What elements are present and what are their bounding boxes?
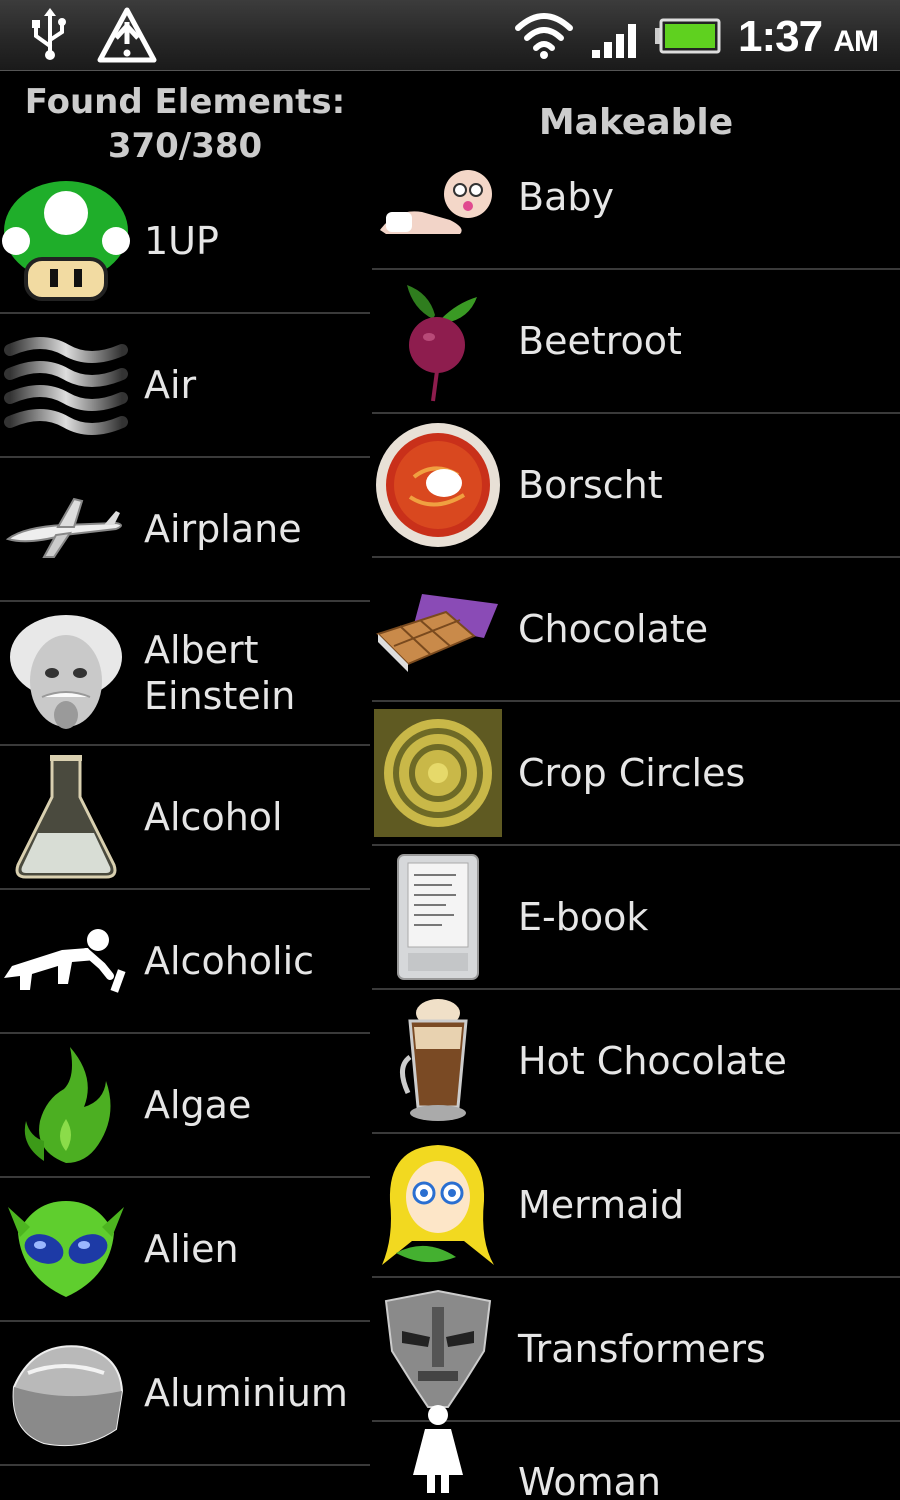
mermaid-icon [374, 1141, 502, 1269]
usb-icon [26, 8, 74, 66]
list-item[interactable]: Woman [372, 1405, 900, 1500]
list-item[interactable]: 1UP [0, 170, 370, 314]
list-item[interactable]: Hot Chocolate [372, 990, 900, 1134]
air-icon [2, 321, 130, 449]
item-label: Beetroot [518, 319, 682, 363]
item-label: Air [144, 363, 197, 407]
list-item[interactable]: Beetroot [372, 270, 900, 414]
found-elements-panel: Found Elements: 370/380 1UP Air Airplane… [0, 70, 370, 1500]
list-item[interactable]: Algae [0, 1034, 370, 1178]
item-label: Crop Circles [518, 751, 746, 795]
list-item[interactable] [0, 1466, 370, 1500]
algae-icon [2, 1041, 130, 1169]
item-label: Alcoholic [144, 939, 315, 983]
battery-icon [655, 18, 721, 58]
list-item[interactable]: Baby [372, 168, 900, 270]
einstein-icon [2, 609, 130, 737]
chocolate-icon [374, 565, 502, 693]
item-label: Baby [518, 175, 614, 219]
flask-icon [2, 753, 130, 881]
list-item[interactable]: Crop Circles [372, 702, 900, 846]
status-bar: 1:37 AM [0, 0, 900, 71]
item-label: Alien [144, 1227, 239, 1271]
hot-chocolate-icon [374, 997, 502, 1125]
aluminium-icon [2, 1329, 130, 1457]
item-label: E-book [518, 895, 649, 939]
item-label: Airplane [144, 507, 302, 551]
item-label: Chocolate [518, 607, 709, 651]
item-label: Algae [144, 1083, 252, 1127]
found-elements-title: Found Elements: [24, 82, 346, 122]
makeable-panel: Makeable Baby Beetroot Borscht Chocolate… [372, 70, 900, 1500]
signal-icon [590, 14, 646, 64]
list-item[interactable]: Transformers [372, 1278, 900, 1422]
list-item[interactable]: Albert Einstein [0, 602, 370, 746]
found-elements-header: Found Elements: 370/380 [0, 70, 370, 170]
list-item[interactable]: Borscht [372, 414, 900, 558]
item-label: Mermaid [518, 1183, 685, 1227]
crop-circles-icon [374, 709, 502, 837]
transformers-icon [374, 1285, 502, 1413]
mushroom-icon [2, 177, 130, 305]
item-label: Borscht [518, 463, 663, 507]
found-elements-list[interactable]: 1UP Air Airplane Albert Einstein Alcohol… [0, 170, 370, 1500]
list-item[interactable]: Alcohol [0, 746, 370, 890]
crawling-man-icon [2, 897, 130, 1025]
alien-icon [2, 1185, 130, 1313]
makeable-title: Makeable [538, 102, 734, 143]
list-item[interactable]: E-book [372, 846, 900, 990]
warning-icon [96, 6, 158, 68]
list-item[interactable]: Aluminium [0, 1322, 370, 1466]
borscht-icon [374, 421, 502, 549]
beetroot-icon [374, 277, 502, 405]
item-label: 1UP [144, 219, 219, 263]
item-label: Transformers [518, 1327, 766, 1371]
partial-item-icon [2, 1447, 130, 1500]
item-label: Woman [518, 1460, 661, 1500]
list-item[interactable]: Chocolate [372, 558, 900, 702]
item-label: Hot Chocolate [518, 1039, 787, 1083]
list-item[interactable]: Mermaid [372, 1134, 900, 1278]
baby-icon [374, 168, 502, 248]
found-elements-count: 370/380 [107, 126, 263, 166]
list-item[interactable]: Alien [0, 1178, 370, 1322]
list-item[interactable]: Alcoholic [0, 890, 370, 1034]
list-item[interactable]: Air [0, 314, 370, 458]
woman-icon [374, 1403, 502, 1500]
clock: 1:37 AM [738, 12, 879, 61]
item-label: Albert Einstein [144, 628, 296, 718]
item-label: Alcohol [144, 795, 283, 839]
makeable-list[interactable]: Baby Beetroot Borscht Chocolate Crop Cir… [372, 168, 900, 1500]
wifi-icon [512, 10, 576, 64]
item-label: Aluminium [144, 1371, 348, 1415]
airplane-icon [2, 465, 130, 593]
list-item[interactable]: Airplane [0, 458, 370, 602]
ebook-icon [374, 853, 502, 981]
